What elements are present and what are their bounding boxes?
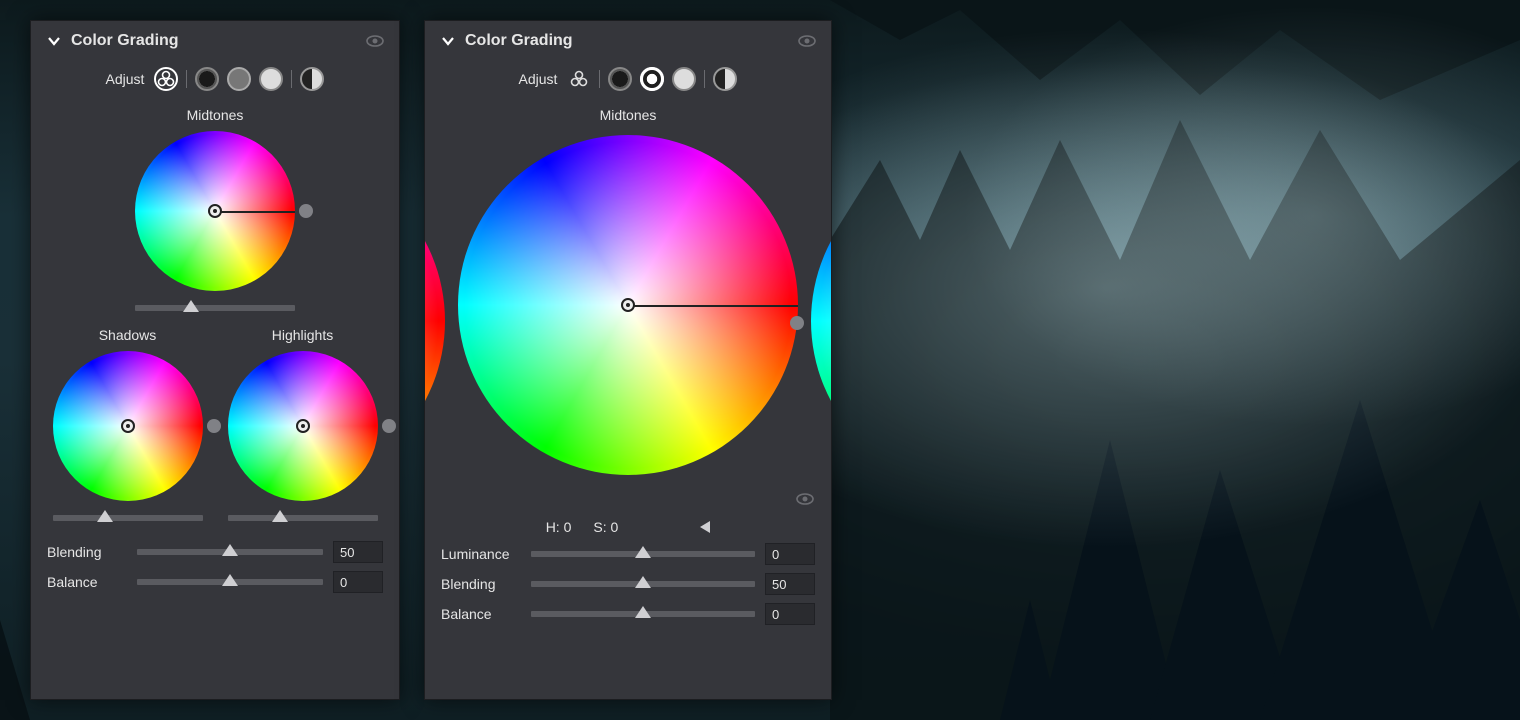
blending-label: Blending <box>441 576 521 592</box>
midtones-color-wheel[interactable] <box>458 135 798 475</box>
balance-slider[interactable] <box>531 611 755 617</box>
hue-label: H: <box>546 519 560 535</box>
highlights-color-wheel[interactable] <box>228 351 378 501</box>
adjust-shadows-icon[interactable] <box>195 67 219 91</box>
adjust-3way-icon[interactable] <box>567 67 591 91</box>
balance-input[interactable] <box>765 603 815 625</box>
collapse-toggle[interactable] <box>45 32 63 50</box>
divider <box>186 70 187 88</box>
midtones-slider[interactable] <box>135 305 295 311</box>
shadows-slider[interactable] <box>53 515 203 521</box>
luminance-slider[interactable] <box>531 551 755 557</box>
adjust-label: Adjust <box>106 71 145 87</box>
panel-title: Color Grading <box>465 32 797 50</box>
luminance-label: Luminance <box>441 546 521 562</box>
balance-slider[interactable] <box>137 579 323 585</box>
highlights-luminance-handle[interactable] <box>382 419 396 433</box>
hue-value[interactable]: 0 <box>564 519 572 535</box>
midtones-color-wheel[interactable] <box>135 131 295 291</box>
highlights-label: Highlights <box>272 327 333 343</box>
balance-label: Balance <box>441 606 521 622</box>
midtones-label: Midtones <box>31 107 399 123</box>
background-fog <box>830 0 1520 720</box>
divider <box>704 70 705 88</box>
adjust-shadows-icon[interactable] <box>608 67 632 91</box>
luminance-input[interactable] <box>765 543 815 565</box>
panel-title: Color Grading <box>71 32 365 50</box>
shadows-luminance-handle[interactable] <box>207 419 221 433</box>
divider <box>291 70 292 88</box>
disclosure-left-icon[interactable] <box>700 521 710 533</box>
prev-wheel-peek[interactable] <box>425 151 445 491</box>
balance-label: Balance <box>47 574 127 590</box>
adjust-global-icon[interactable] <box>713 67 737 91</box>
color-grading-panel-3way: Color Grading Adjust Midtones Sh <box>30 20 400 700</box>
wheel-handle[interactable] <box>621 298 635 312</box>
adjust-mode-row: Adjust <box>425 57 831 105</box>
collapse-toggle[interactable] <box>439 32 457 50</box>
visibility-toggle-icon[interactable] <box>797 31 817 51</box>
midtones-label: Midtones <box>425 107 831 123</box>
highlights-slider[interactable] <box>228 515 378 521</box>
adjust-global-icon[interactable] <box>300 67 324 91</box>
adjust-mode-row: Adjust <box>31 57 399 105</box>
adjust-3way-icon[interactable] <box>154 67 178 91</box>
hue-sat-readout: H: 0 S: 0 <box>425 511 831 539</box>
adjust-label: Adjust <box>519 71 558 87</box>
shadows-color-wheel[interactable] <box>53 351 203 501</box>
midtones-luminance-handle[interactable] <box>790 316 804 330</box>
wheel-handle[interactable] <box>121 419 135 433</box>
shadows-label: Shadows <box>99 327 157 343</box>
visibility-toggle-icon[interactable] <box>365 31 385 51</box>
adjust-highlights-icon[interactable] <box>259 67 283 91</box>
balance-input[interactable] <box>333 571 383 593</box>
blending-input[interactable] <box>333 541 383 563</box>
color-grading-panel-single: Color Grading Adjust Midtones <box>424 20 832 700</box>
wheel-handle[interactable] <box>208 204 222 218</box>
blending-slider[interactable] <box>137 549 323 555</box>
divider <box>599 70 600 88</box>
wheel-handle[interactable] <box>296 419 310 433</box>
adjust-midtones-icon[interactable] <box>227 67 251 91</box>
sat-label: S: <box>593 519 606 535</box>
sat-value[interactable]: 0 <box>611 519 619 535</box>
blending-input[interactable] <box>765 573 815 595</box>
adjust-midtones-icon[interactable] <box>640 67 664 91</box>
wheel-visibility-icon[interactable] <box>795 489 815 509</box>
next-wheel-peek[interactable] <box>811 151 831 491</box>
adjust-highlights-icon[interactable] <box>672 67 696 91</box>
blending-slider[interactable] <box>531 581 755 587</box>
midtones-luminance-handle[interactable] <box>299 204 313 218</box>
blending-label: Blending <box>47 544 127 560</box>
